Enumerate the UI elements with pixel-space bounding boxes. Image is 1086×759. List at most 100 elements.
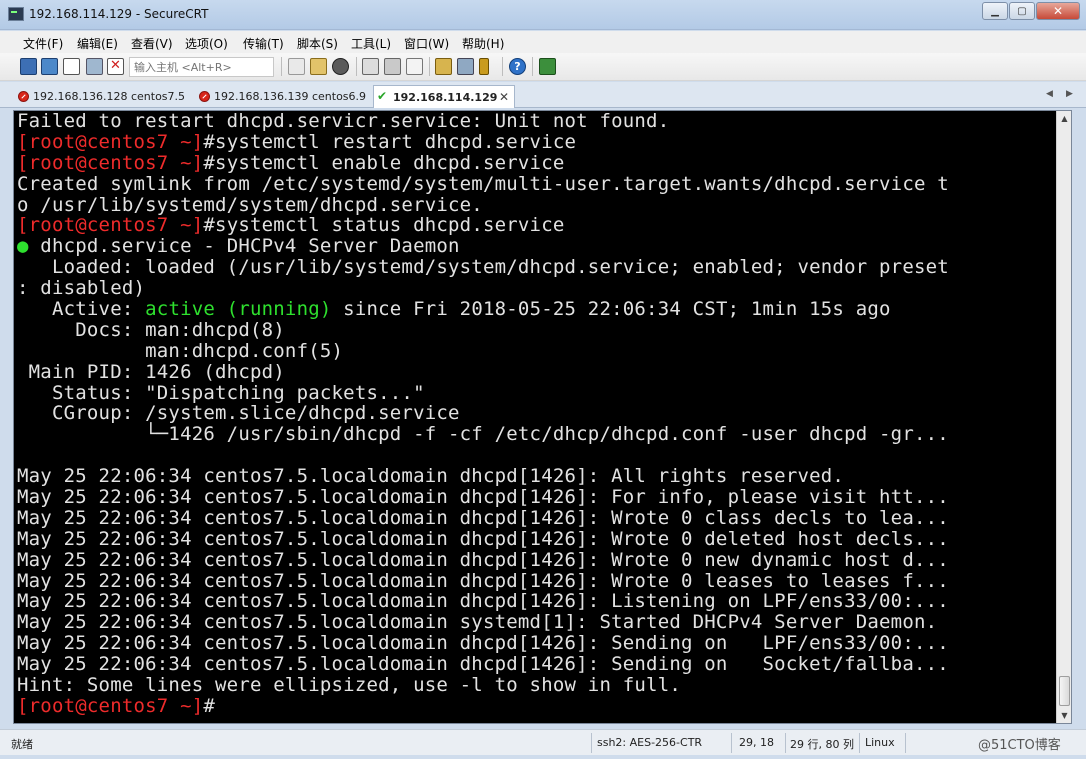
connect-in-tab-icon[interactable] xyxy=(63,58,80,75)
terminal-text: #systemctl enable dhcpd.service xyxy=(203,151,565,174)
terminal-line: o /usr/lib/systemd/system/dhcpd.service. xyxy=(17,194,1057,216)
terminal-text: man:dhcpd.conf(5) xyxy=(17,339,344,362)
print-setup-icon[interactable] xyxy=(384,58,401,75)
terminal-line: └─1426 /usr/sbin/dhcpd -f -cf /etc/dhcp/… xyxy=(17,424,1057,445)
status-highlight: ● xyxy=(17,235,29,258)
error-status-icon xyxy=(199,91,210,102)
terminal-text: Docs: man:dhcpd(8) xyxy=(17,318,285,341)
toolbar-separator xyxy=(532,57,533,76)
find-icon[interactable] xyxy=(332,58,349,75)
terminal-line: CGroup: /system.slice/dhcpd.service xyxy=(17,403,1057,424)
terminal-line: May 25 22:06:34 centos7.5.localdomain dh… xyxy=(17,507,1057,529)
toolbar-separator xyxy=(281,57,282,76)
copy-icon[interactable] xyxy=(288,58,305,75)
terminal-text: May 25 22:06:34 centos7.5.localdomain dh… xyxy=(17,653,949,676)
terminal-line: Failed to restart dhcpd.servicr.service:… xyxy=(17,111,1057,132)
maximize-button[interactable]: ▢ xyxy=(1009,2,1035,20)
print-icon[interactable] xyxy=(362,58,379,75)
terminal-text: └─1426 /usr/sbin/dhcpd -f -cf /etc/dhcp/… xyxy=(17,423,949,446)
tab-session-1[interactable]: 192.168.136.128 centos7.5 xyxy=(14,85,192,108)
menu-file[interactable]: 文件(F) xyxy=(23,35,63,52)
keymap-icon[interactable] xyxy=(479,58,489,75)
terminal-text: Hint: Some lines were ellipsized, use -l… xyxy=(17,674,681,697)
terminal-line: May 25 22:06:34 centos7.5.localdomain dh… xyxy=(17,633,1057,654)
terminal-text: Failed to restart dhcpd.servicr.service:… xyxy=(17,111,670,132)
status-bar: 就绪 ssh2: AES-256-CTR 29, 18 29 行, 80 列 L… xyxy=(0,729,1086,755)
connect-icon[interactable] xyxy=(20,58,37,75)
tab-session-2[interactable]: 192.168.136.139 centos6.9 xyxy=(195,85,370,108)
terminal-line: Docs: man:dhcpd(8) xyxy=(17,318,1057,341)
global-options-icon[interactable] xyxy=(457,58,474,75)
menu-options[interactable]: 选项(O) xyxy=(185,35,228,52)
status-divider xyxy=(859,733,860,753)
close-button[interactable]: ✕ xyxy=(1036,2,1080,20)
menu-view[interactable]: 查看(V) xyxy=(131,35,173,52)
status-cursor-position: 29, 18 xyxy=(739,736,774,749)
status-highlight: active (running) xyxy=(145,298,332,321)
menu-transfer[interactable]: 传输(T) xyxy=(243,35,284,52)
terminal-line: ● dhcpd.service - DHCPv4 Server Daemon xyxy=(17,236,1057,257)
terminal-line: [root@centos7 ~]#systemctl restart dhcpd… xyxy=(17,131,1057,153)
terminal-text: #systemctl status dhcpd.service xyxy=(203,214,565,237)
terminal-line: [root@centos7 ~]#systemctl status dhcpd.… xyxy=(17,215,1057,236)
terminal-pane[interactable]: Failed to restart dhcpd.servicr.service:… xyxy=(13,110,1072,724)
scrollbar-thumb[interactable] xyxy=(1059,676,1070,706)
menu-window[interactable]: 窗口(W) xyxy=(404,35,449,52)
securecrt-app-icon[interactable] xyxy=(8,7,24,21)
terminal-line: [root@centos7 ~]#systemctl enable dhcpd.… xyxy=(17,151,1057,174)
log-icon[interactable] xyxy=(406,58,423,75)
terminal-text: Status: "Dispatching packets..." xyxy=(17,381,425,404)
toolbar-separator xyxy=(356,57,357,76)
terminal-text: Active: xyxy=(17,298,146,321)
minimize-button[interactable]: ▁ xyxy=(982,2,1008,20)
terminal-line: May 25 22:06:34 centos7.5.localdomain dh… xyxy=(17,591,1057,612)
watermark-text: @51CTO博客 xyxy=(978,738,1061,753)
paste-icon[interactable] xyxy=(310,58,327,75)
quick-connect-icon[interactable] xyxy=(41,58,58,75)
scroll-up-icon[interactable]: ▲ xyxy=(1057,111,1072,126)
session-options-icon[interactable] xyxy=(435,58,452,75)
terminal-text: Created symlink from /etc/systemd/system… xyxy=(17,172,949,195)
terminal-text: # xyxy=(203,694,216,717)
error-status-icon xyxy=(18,91,29,102)
status-divider xyxy=(785,733,786,753)
terminal-line: May 25 22:06:34 centos7.5.localdomain dh… xyxy=(17,466,1057,487)
session-tab-bar: 192.168.136.128 centos7.5 192.168.136.13… xyxy=(0,82,1086,108)
terminal-line: Main PID: 1426 (dhcpd) xyxy=(17,361,1057,383)
terminal-output[interactable]: Failed to restart dhcpd.servicr.service:… xyxy=(17,111,1057,723)
terminal-text: May 25 22:06:34 centos7.5.localdomain sy… xyxy=(17,611,938,634)
help-icon[interactable]: ? xyxy=(509,58,526,75)
tab-scroll-left-icon[interactable]: ◀ xyxy=(1046,89,1053,99)
host-input[interactable] xyxy=(129,57,274,77)
toolbar: ✕ ? xyxy=(0,53,1086,81)
scroll-down-icon[interactable]: ▼ xyxy=(1057,708,1072,723)
menu-help[interactable]: 帮助(H) xyxy=(462,35,504,52)
sftp-icon[interactable] xyxy=(539,58,556,75)
menu-tools[interactable]: 工具(L) xyxy=(351,35,391,52)
status-divider xyxy=(591,733,592,753)
terminal-text: May 25 22:06:34 centos7.5.localdomain dh… xyxy=(17,527,949,550)
menu-script[interactable]: 脚本(S) xyxy=(297,35,338,52)
terminal-line: Status: "Dispatching packets..." xyxy=(17,381,1057,404)
terminal-line: May 25 22:06:34 centos7.5.localdomain dh… xyxy=(17,548,1057,571)
status-terminal-size: 29 行, 80 列 xyxy=(790,738,854,751)
terminal-line: May 25 22:06:34 centos7.5.localdomain dh… xyxy=(17,527,1057,550)
toolbar-separator xyxy=(429,57,430,76)
terminal-line: May 25 22:06:34 centos7.5.localdomain dh… xyxy=(17,570,1057,592)
shell-prompt: [root@centos7 ~] xyxy=(17,214,204,237)
tab-label: 192.168.136.139 centos6.9 xyxy=(214,90,367,103)
terminal-line: man:dhcpd.conf(5) xyxy=(17,339,1057,362)
terminal-text: May 25 22:06:34 centos7.5.localdomain dh… xyxy=(17,548,949,571)
reconnect-icon[interactable] xyxy=(86,58,103,75)
terminal-line: May 25 22:06:34 centos7.5.localdomain dh… xyxy=(17,654,1057,675)
close-tab-icon[interactable]: ✕ xyxy=(499,90,509,104)
terminal-text: May 25 22:06:34 centos7.5.localdomain dh… xyxy=(17,632,949,655)
menu-edit[interactable]: 编辑(E) xyxy=(77,35,118,52)
tab-session-3[interactable]: ✔ 192.168.114.129 ✕ xyxy=(373,85,515,108)
terminal-scrollbar[interactable]: ▲ ▼ xyxy=(1056,111,1071,723)
tab-scroll-right-icon[interactable]: ▶ xyxy=(1066,89,1073,99)
disconnect-icon[interactable]: ✕ xyxy=(107,58,124,75)
terminal-line: : disabled) xyxy=(17,278,1057,299)
terminal-line: Created symlink from /etc/systemd/system… xyxy=(17,172,1057,195)
